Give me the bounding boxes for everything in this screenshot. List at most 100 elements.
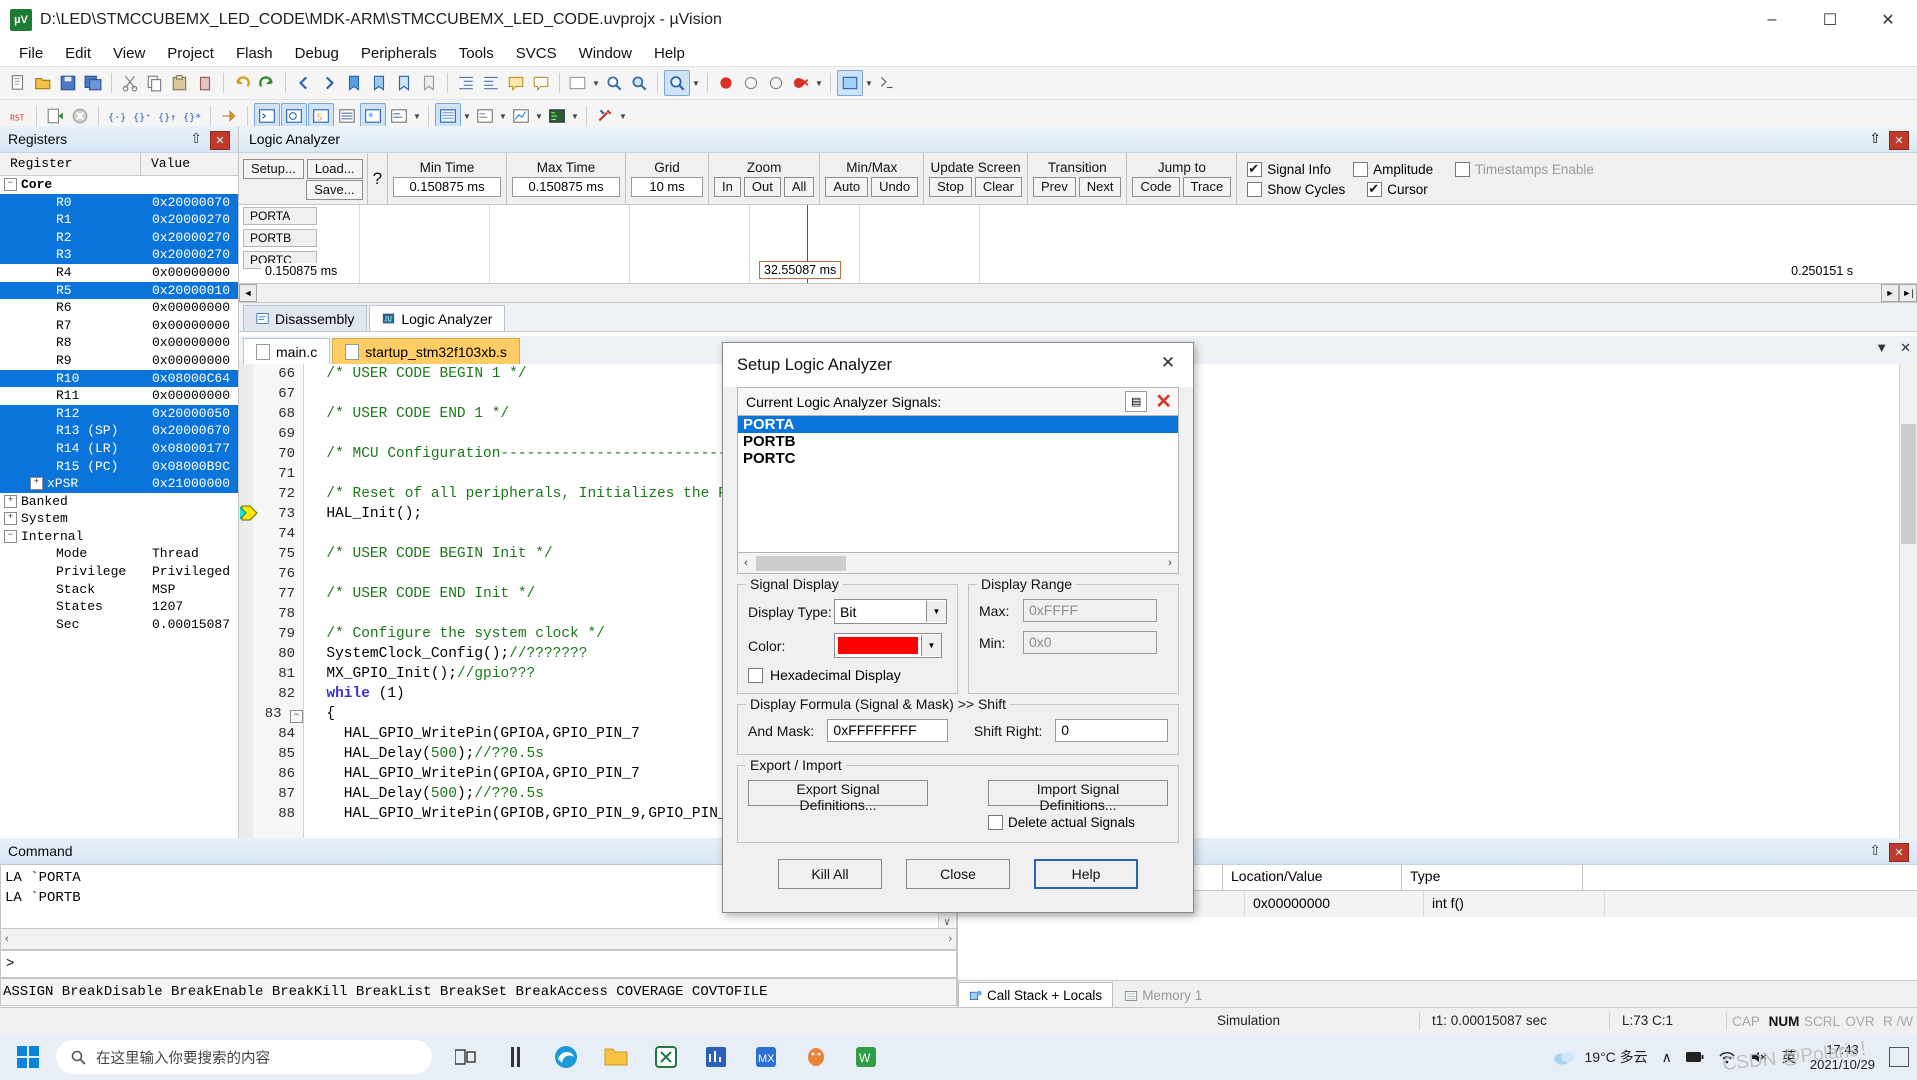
target-chevron-down-icon[interactable]: ▼	[864, 71, 874, 95]
new-file-icon[interactable]	[6, 71, 30, 95]
step-into-icon[interactable]: {·}	[105, 104, 129, 128]
register-row[interactable]: + System	[0, 510, 238, 528]
widgets-icon[interactable]	[496, 1037, 536, 1077]
command-scroll-left-icon[interactable]: ‹	[5, 933, 9, 945]
la-zoom-out-button[interactable]: Out	[743, 177, 781, 197]
register-row[interactable]: − Internal	[0, 528, 238, 546]
menu-item-svcs[interactable]: SVCS	[505, 43, 568, 64]
register-row[interactable]: R0 0x20000070	[0, 193, 238, 212]
stop-icon[interactable]	[68, 104, 92, 128]
debug-settings-icon[interactable]	[593, 104, 617, 128]
call-stack-close-icon[interactable]: ✕	[1889, 843, 1909, 862]
task-view-icon[interactable]	[446, 1037, 486, 1077]
step-over-icon[interactable]: {}⁺	[130, 104, 154, 128]
excel-icon[interactable]	[646, 1037, 686, 1077]
la-scroll-left-icon[interactable]: ◄	[239, 284, 257, 302]
la-zoom-in-button[interactable]: In	[714, 177, 741, 197]
delete-icon[interactable]	[193, 71, 217, 95]
display-type-select[interactable]: Bit ▼	[834, 599, 947, 624]
open-file-icon[interactable]	[31, 71, 55, 95]
command-hscrollbar[interactable]: ‹ ›	[0, 928, 957, 950]
copy-icon[interactable]	[143, 71, 167, 95]
menu-item-file[interactable]: File	[8, 43, 54, 64]
register-row[interactable]: R9 0x00000000	[0, 352, 238, 370]
register-row[interactable]: R4 0x00000000	[0, 264, 238, 282]
menu-item-project[interactable]: Project	[156, 43, 225, 64]
register-row[interactable]: R5 0x20000010	[0, 281, 238, 300]
shift-right-input[interactable]: 0	[1055, 719, 1168, 742]
color-chevron-down-icon[interactable]: ▼	[921, 635, 941, 656]
editor-tab-list-icon[interactable]: ▼	[1875, 340, 1888, 356]
signals-scroll-right-icon[interactable]: ›	[1162, 557, 1178, 569]
menu-item-flash[interactable]: Flash	[225, 43, 284, 64]
register-row[interactable]: R2 0x20000270	[0, 228, 238, 247]
serial-window-icon[interactable]	[473, 104, 497, 128]
setup-logic-analyzer-dialog[interactable]: Setup Logic Analyzer ✕ Current Logic Ana…	[722, 342, 1194, 913]
zoom-icon[interactable]	[664, 70, 690, 96]
new-signal-icon[interactable]: ▤	[1125, 391, 1148, 412]
tab-memory-1[interactable]: Memory 1	[1113, 982, 1213, 1008]
signal-list-item[interactable]: PORTB	[738, 433, 1178, 450]
watch-chevron-down-icon[interactable]: ▼	[412, 104, 422, 128]
register-row[interactable]: R13 (SP) 0x20000670	[0, 422, 238, 440]
reset-cpu-icon[interactable]: RST	[6, 104, 30, 128]
outdent-icon[interactable]	[479, 71, 503, 95]
register-row[interactable]: R1 0x20000270	[0, 211, 238, 229]
la-cursor-checkbox[interactable]: Cursor	[1367, 179, 1428, 199]
fold-toggle-icon[interactable]: −	[290, 710, 303, 723]
register-row[interactable]: R10 0x08000C64	[0, 369, 238, 388]
breakpoint-disable-icon[interactable]	[739, 71, 763, 95]
max-input[interactable]: 0xFFFF	[1023, 599, 1157, 622]
find-next-icon[interactable]	[627, 71, 651, 95]
signals-list[interactable]: PORTA PORTB PORTC	[737, 415, 1179, 553]
la-trace-button[interactable]: Trace	[1182, 177, 1232, 197]
bp-chevron-down-icon[interactable]: ▼	[814, 71, 824, 95]
menu-item-view[interactable]: View	[102, 43, 156, 64]
qq-icon[interactable]	[796, 1037, 836, 1077]
la-close-icon[interactable]: ✕	[1889, 131, 1909, 150]
command-input[interactable]: >	[0, 950, 957, 978]
delete-actual-signals-checkbox[interactable]: Delete actual Signals	[988, 813, 1168, 832]
register-row[interactable]: R6 0x00000000	[0, 299, 238, 317]
menu-item-peripherals[interactable]: Peripherals	[350, 43, 448, 64]
la-prev-button[interactable]: Prev	[1032, 177, 1076, 197]
bookmark-prev-icon[interactable]	[392, 71, 416, 95]
la-scroll-right-icon[interactable]: ►	[1881, 284, 1899, 302]
la-help-button[interactable]: ?	[373, 170, 382, 187]
min-input[interactable]: 0x0	[1023, 631, 1157, 654]
step-out-icon[interactable]: {}↑	[155, 104, 179, 128]
la-max-time-value[interactable]: 0.150875 ms	[512, 177, 621, 197]
edge-icon[interactable]	[546, 1037, 586, 1077]
bookmark-clear-icon[interactable]	[417, 71, 441, 95]
chevron-down-icon[interactable]: ▼	[591, 71, 601, 95]
register-row[interactable]: R12 0x20000050	[0, 404, 238, 423]
cut-icon[interactable]	[118, 71, 142, 95]
trace-chevron-down-icon[interactable]: ▼	[570, 104, 580, 128]
tab-logic-analyzer[interactable]: Logic Analyzer	[369, 305, 506, 331]
la-min-time-value[interactable]: 0.150875 ms	[393, 177, 502, 197]
find-in-files-icon[interactable]	[602, 71, 626, 95]
breakpoint-kill-all-icon[interactable]	[789, 71, 813, 95]
dialog-help-button[interactable]: Help	[1034, 859, 1138, 889]
uncomment-icon[interactable]	[529, 71, 553, 95]
tab-call-stack-locals[interactable]: Call Stack + Locals	[958, 982, 1114, 1008]
analysis-chevron-down-icon[interactable]: ▼	[534, 104, 544, 128]
redo-icon[interactable]	[255, 71, 279, 95]
tab-startup-s[interactable]: startup_stm32f103xb.s	[332, 338, 520, 364]
save-icon[interactable]	[56, 71, 80, 95]
register-row[interactable]: R8 0x00000000	[0, 334, 238, 352]
and-mask-input[interactable]: 0xFFFFFFFF	[827, 719, 948, 742]
register-row[interactable]: Mode Thread	[0, 545, 238, 563]
tab-disassembly[interactable]: Disassembly	[243, 305, 368, 331]
la-clear-button[interactable]: Clear	[974, 177, 1022, 197]
comment-icon[interactable]	[504, 71, 528, 95]
la-stop-button[interactable]: Stop	[929, 177, 972, 197]
breakpoint-icon[interactable]	[714, 71, 738, 95]
menu-item-edit[interactable]: Edit	[54, 43, 102, 64]
la-next-button[interactable]: Next	[1078, 177, 1122, 197]
la-load-button[interactable]: Load...	[306, 158, 363, 179]
register-row[interactable]: Stack MSP	[0, 581, 238, 599]
bookmark-icon[interactable]	[342, 71, 366, 95]
la-zoom-all-button[interactable]: All	[783, 177, 815, 197]
la-code-button[interactable]: Code	[1132, 177, 1180, 197]
